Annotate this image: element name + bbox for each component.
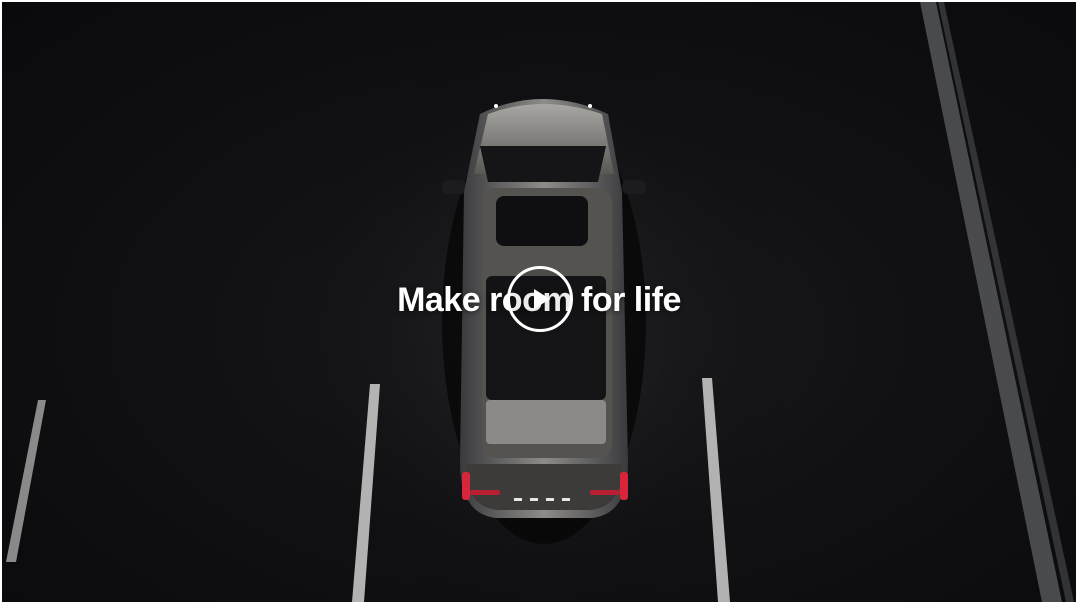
- video-player[interactable]: Make room for life: [2, 2, 1076, 602]
- tail-light-bar-left: [470, 490, 500, 495]
- headlight-glint-left: [494, 104, 498, 108]
- car-rear-deck: [486, 400, 606, 444]
- lane-marking-left: [6, 400, 46, 562]
- rear-lamp-dot-3: [546, 498, 554, 501]
- right-mirror: [622, 180, 646, 194]
- tail-light-bar-right: [590, 490, 620, 495]
- rear-lamp-dot-1: [514, 498, 522, 501]
- rear-lamp-dot-4: [562, 498, 570, 501]
- left-mirror: [442, 180, 466, 194]
- headlight-glint-right: [588, 104, 592, 108]
- play-button[interactable]: [507, 266, 573, 332]
- car-windshield: [480, 146, 606, 182]
- car-sunroof-front: [496, 196, 588, 246]
- tail-light-right: [620, 472, 628, 500]
- play-icon: [534, 289, 550, 309]
- car-rear-bumper: [466, 464, 622, 510]
- rear-lamp-dot-2: [530, 498, 538, 501]
- tail-light-left: [462, 472, 470, 500]
